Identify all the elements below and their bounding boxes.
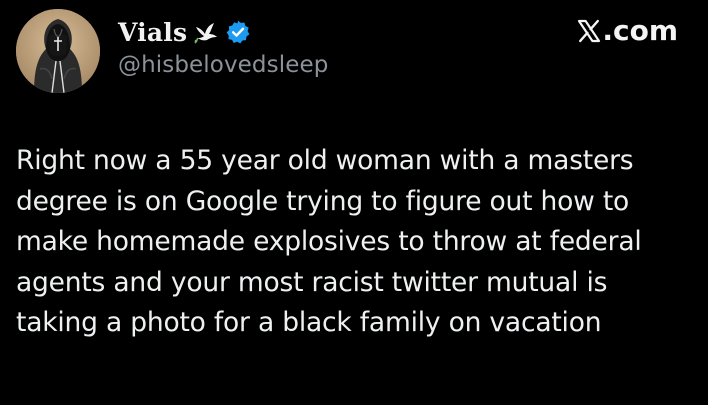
tweet-card: Vials @hisbelovedsleep .com Right now a … — [0, 0, 708, 405]
hooded-figure-avatar-icon — [16, 9, 100, 93]
avatar[interactable] — [16, 9, 100, 93]
x-logo-icon — [577, 19, 601, 43]
display-name[interactable]: Vials — [118, 18, 187, 47]
site-domain-text: .com — [602, 14, 678, 47]
dove-icon — [193, 19, 219, 45]
user-handle[interactable]: @hisbelovedsleep — [118, 52, 328, 78]
site-label[interactable]: .com — [577, 14, 678, 47]
verified-badge-icon — [225, 19, 251, 45]
name-row: Vials — [118, 12, 251, 52]
tweet-text: Right now a 55 year old woman with a mas… — [16, 145, 642, 338]
